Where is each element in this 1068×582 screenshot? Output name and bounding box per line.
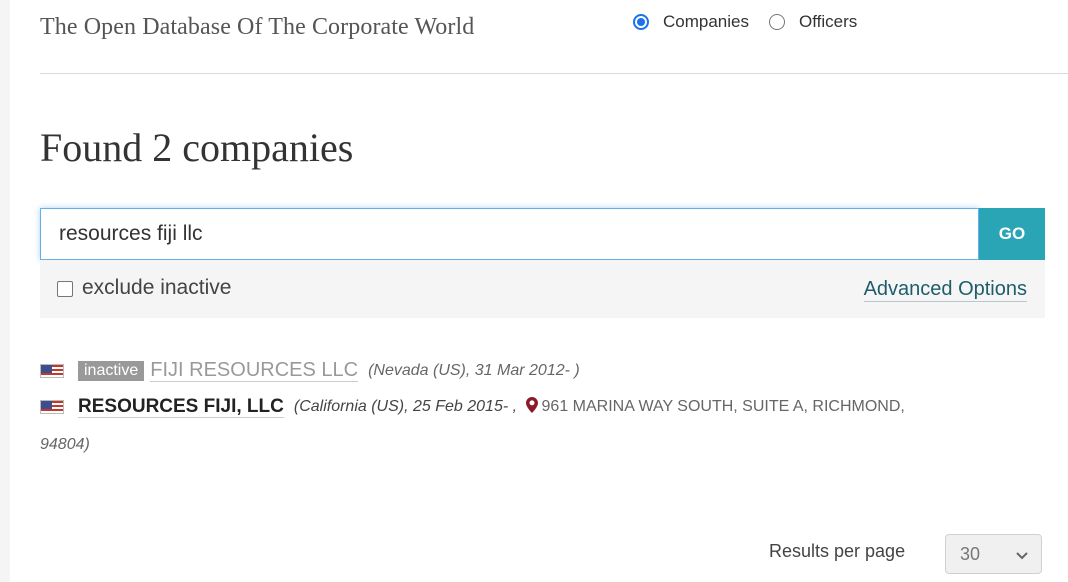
officers-radio[interactable] — [769, 14, 785, 30]
search-type-selector: Companies Officers — [633, 12, 877, 32]
search-options-bar: exclude inactive Advanced Options — [40, 260, 1045, 318]
page-left-gutter — [0, 0, 10, 582]
status-badge: inactive — [78, 360, 145, 381]
company-address-continued: 94804) — [40, 436, 90, 453]
result-item: inactive FIJI RESOURCES LLC (Nevada (US), … — [40, 359, 1040, 382]
header-divider — [40, 73, 1068, 74]
officers-radio-label[interactable]: Officers — [799, 12, 857, 32]
companies-radio[interactable] — [633, 14, 649, 30]
results-heading: Found 2 companies — [40, 125, 354, 170]
site-tagline: The Open Database Of The Corporate World — [40, 14, 475, 40]
us-flag-icon — [40, 363, 64, 378]
results-per-page-value: 30 — [960, 543, 981, 564]
company-link[interactable]: FIJI RESOURCES LLC — [150, 359, 359, 382]
result-item: RESOURCES FIJI, LLC (California (US), 25 … — [40, 396, 1040, 418]
go-button[interactable]: GO — [979, 208, 1045, 260]
results-per-page-label: Results per page — [769, 541, 906, 561]
company-address: 961 MARINA WAY SOUTH, SUITE A, RICHMOND, — [541, 398, 905, 415]
us-flag-icon — [40, 400, 64, 414]
company-link[interactable]: RESOURCES FIJI, LLC — [78, 396, 284, 418]
exclude-inactive-label[interactable]: exclude inactive — [82, 276, 231, 300]
exclude-inactive-checkbox[interactable] — [57, 281, 73, 297]
results-list: inactive FIJI RESOURCES LLC (Nevada (US), … — [40, 359, 1040, 418]
search-input[interactable] — [40, 208, 979, 260]
advanced-options-link[interactable]: Advanced Options — [863, 277, 1027, 302]
company-meta: (California (US), 25 Feb 2015- , — [293, 398, 518, 415]
map-pin-icon — [525, 396, 538, 418]
company-meta: (Nevada (US), 31 Mar 2012- ) — [368, 361, 580, 379]
search-bar: GO — [40, 208, 1045, 260]
results-per-page-select[interactable]: 30 — [945, 534, 1042, 574]
companies-radio-label[interactable]: Companies — [663, 12, 749, 32]
chevron-down-icon — [1015, 546, 1029, 567]
